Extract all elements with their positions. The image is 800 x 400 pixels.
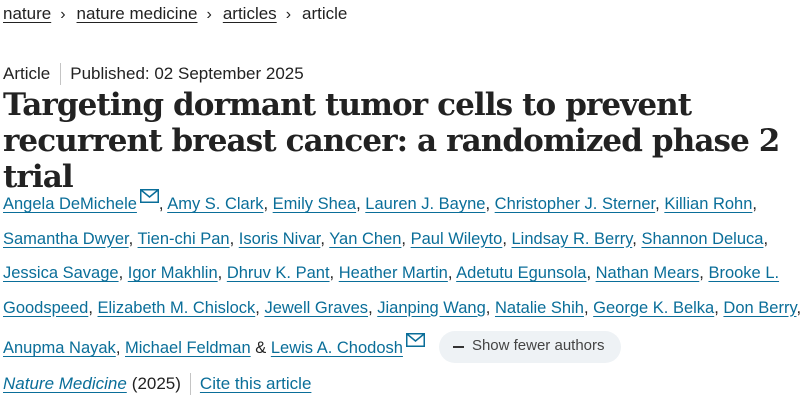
journal-link[interactable]: Nature Medicine (3, 374, 127, 394)
author-link[interactable]: Christopher J. Sterner (495, 195, 656, 213)
breadcrumb-link-nature[interactable]: nature (3, 4, 51, 23)
author-link[interactable]: Jessica Savage (3, 264, 119, 282)
author-link[interactable]: Michael Feldman (125, 339, 251, 357)
author-separator: , (401, 229, 407, 248)
minus-icon (452, 345, 464, 348)
citation-line: Nature Medicine (2025) Cite this article (3, 373, 311, 395)
chevron-right-icon: › (60, 6, 66, 23)
author-separator: , (255, 298, 260, 317)
author-separator: , (229, 229, 235, 248)
author-separator: , (586, 264, 592, 282)
author-link[interactable]: Heather Martin (339, 264, 448, 282)
author-link[interactable]: Jewell Graves (264, 299, 368, 317)
author-separator: , (356, 195, 361, 213)
author-link[interactable]: Shannon Deluca (641, 230, 763, 248)
cite-this-article-link[interactable]: Cite this article (200, 374, 311, 394)
author-link[interactable]: Nathan Mears (596, 264, 700, 282)
chevron-right-icon: › (285, 6, 292, 23)
author-separator: , (752, 195, 757, 213)
author-separator: , (485, 298, 491, 317)
show-fewer-authors-button[interactable]: Show fewer authors (438, 330, 621, 363)
author-separator: , (502, 229, 507, 248)
author-link[interactable]: George K. Belka (593, 299, 714, 317)
author-link[interactable]: Lindsay R. Berry (512, 230, 633, 248)
citation-divider (189, 373, 191, 395)
article-type: Article (3, 64, 51, 83)
author-list: Angela DeMichele, Amy S. Clark, Emily Sh… (3, 181, 800, 366)
author-separator: , (158, 195, 164, 213)
author-separator: , (699, 264, 704, 282)
author-separator: , (88, 298, 93, 317)
mail-icon[interactable] (405, 325, 425, 360)
author-link[interactable]: Jianping Wang (377, 299, 486, 317)
author-separator: , (368, 298, 373, 317)
chevron-right-icon: › (206, 6, 212, 23)
author-link[interactable]: Emily Shea (273, 195, 356, 213)
author-link[interactable]: Dhruv K. Pant (227, 264, 330, 282)
author-separator: , (320, 229, 325, 248)
author-link[interactable]: Paul Wileyto (411, 230, 503, 248)
breadcrumb-link-articles[interactable]: articles (223, 4, 277, 23)
author-separator: , (263, 195, 269, 213)
author-link[interactable]: Tien-chi Pan (138, 230, 230, 248)
author-link[interactable]: Amy S. Clark (167, 195, 263, 213)
author-separator: , (118, 264, 124, 282)
author-separator: , (128, 229, 134, 248)
breadcrumb: nature › nature medicine › articles › article (3, 4, 347, 25)
author-link[interactable]: Natalie Shih (495, 299, 584, 317)
author-separator: , (583, 298, 589, 317)
author-link[interactable]: Angela DeMichele (3, 195, 137, 213)
author-link[interactable]: Elizabeth M. Chislock (98, 299, 256, 317)
published-date: Published: 02 September 2025 (70, 64, 304, 83)
author-separator: , (447, 264, 453, 282)
author-separator: , (632, 229, 637, 248)
meta-divider (60, 63, 62, 85)
publication-year: (2025) (131, 374, 181, 393)
author-separator: , (115, 339, 121, 357)
author-conjunction: & (255, 339, 267, 357)
author-separator: , (485, 195, 491, 213)
breadcrumb-link-nature-medicine[interactable]: nature medicine (77, 4, 198, 23)
mail-icon[interactable] (139, 181, 159, 216)
article-title: Targeting dormant tumor cells to prevent… (3, 87, 780, 195)
author-link[interactable]: Isoris Nivar (239, 230, 321, 248)
author-link[interactable]: Igor Makhlin (128, 264, 218, 282)
author-separator: , (714, 298, 719, 317)
author-link[interactable]: Samantha Dwyer (3, 230, 129, 248)
author-link[interactable]: Yan Chen (329, 230, 401, 248)
author-separator: , (329, 264, 335, 282)
author-link[interactable]: Adetutu Egunsola (456, 264, 586, 282)
author-separator: , (763, 229, 769, 248)
author-link[interactable]: Don Berry (723, 299, 796, 317)
author-separator: , (217, 264, 223, 282)
article-meta: Article Published: 02 September 2025 (3, 63, 304, 85)
author-link[interactable]: Killian Rohn (664, 195, 752, 213)
breadcrumb-current: article (302, 4, 348, 23)
show-fewer-label: Show fewer authors (471, 337, 605, 355)
author-link[interactable]: Lauren J. Bayne (365, 195, 485, 213)
author-separator: , (655, 195, 660, 213)
author-separator: , (796, 299, 800, 317)
author-link[interactable]: Lewis A. Chodosh (271, 339, 403, 357)
author-link[interactable]: Anupma Nayak (3, 339, 116, 357)
